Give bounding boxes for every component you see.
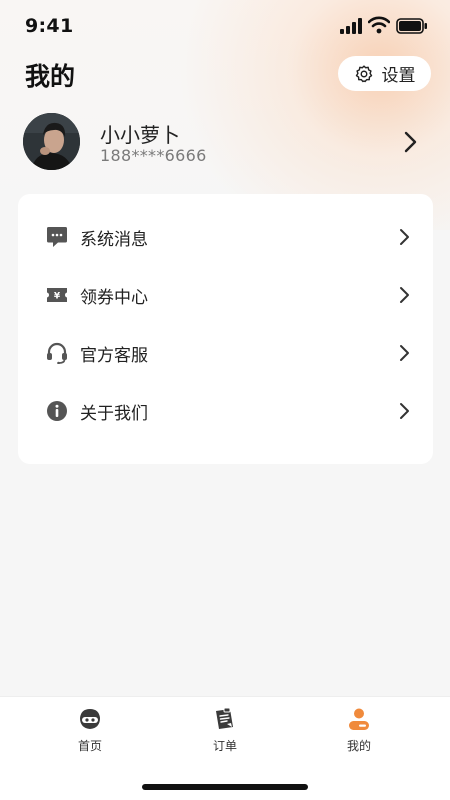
user-name: 小小萝卜 (100, 123, 180, 147)
home-mascot-icon (80, 709, 100, 729)
avatar-photo (23, 113, 80, 170)
tab-label: 我的 (346, 739, 371, 753)
menu-item-label: 官方客服 (80, 345, 148, 366)
chevron-right-icon (400, 403, 409, 419)
message-icon (47, 227, 67, 247)
chevron-right-icon[interactable] (402, 130, 418, 154)
menu-item-system-messages[interactable]: 系统消息 (18, 208, 433, 266)
settings-button[interactable]: 设置 (338, 56, 431, 91)
menu-item-about-us[interactable]: 关于我们 (18, 382, 433, 440)
gear-icon (355, 64, 372, 82)
status-bar: 9:41 (0, 0, 450, 50)
battery-icon (396, 18, 427, 34)
status-time: 9:41 (25, 15, 74, 37)
chevron-right-icon (400, 345, 409, 361)
tab-label: 首页 (77, 739, 102, 753)
coupon-icon: ¥ (47, 288, 67, 302)
menu-item-label: 领券中心 (80, 287, 148, 308)
tab-label: 订单 (212, 739, 237, 753)
tab-orders[interactable]: 订单 (185, 705, 265, 761)
user-phone: 188****6666 (100, 146, 207, 165)
chevron-right-icon (400, 287, 409, 303)
menu-item-customer-service[interactable]: 官方客服 (18, 324, 433, 382)
info-icon (47, 401, 67, 421)
profile-icon (349, 708, 369, 730)
wifi-icon (368, 16, 390, 34)
tab-home[interactable]: 首页 (50, 705, 130, 761)
page-title: 我的 (25, 62, 76, 91)
menu-item-label: 关于我们 (80, 403, 148, 424)
headset-icon (47, 342, 67, 364)
menu-item-coupon-center[interactable]: ¥ 领券中心 (18, 266, 433, 324)
settings-label: 设置 (381, 66, 416, 86)
chevron-right-icon (400, 229, 409, 245)
svg-text:¥: ¥ (54, 292, 61, 302)
home-indicator[interactable] (142, 784, 308, 790)
tab-mine[interactable]: 我的 (319, 705, 399, 761)
signal-icon (340, 18, 362, 34)
avatar[interactable] (23, 113, 80, 170)
order-icon (216, 707, 233, 729)
menu-item-label: 系统消息 (80, 229, 148, 250)
menu-card: 系统消息 ¥ 领券中心 官方客服 关于我们 (18, 194, 433, 464)
profile-row[interactable]: 小小萝卜 188****6666 (0, 108, 450, 178)
